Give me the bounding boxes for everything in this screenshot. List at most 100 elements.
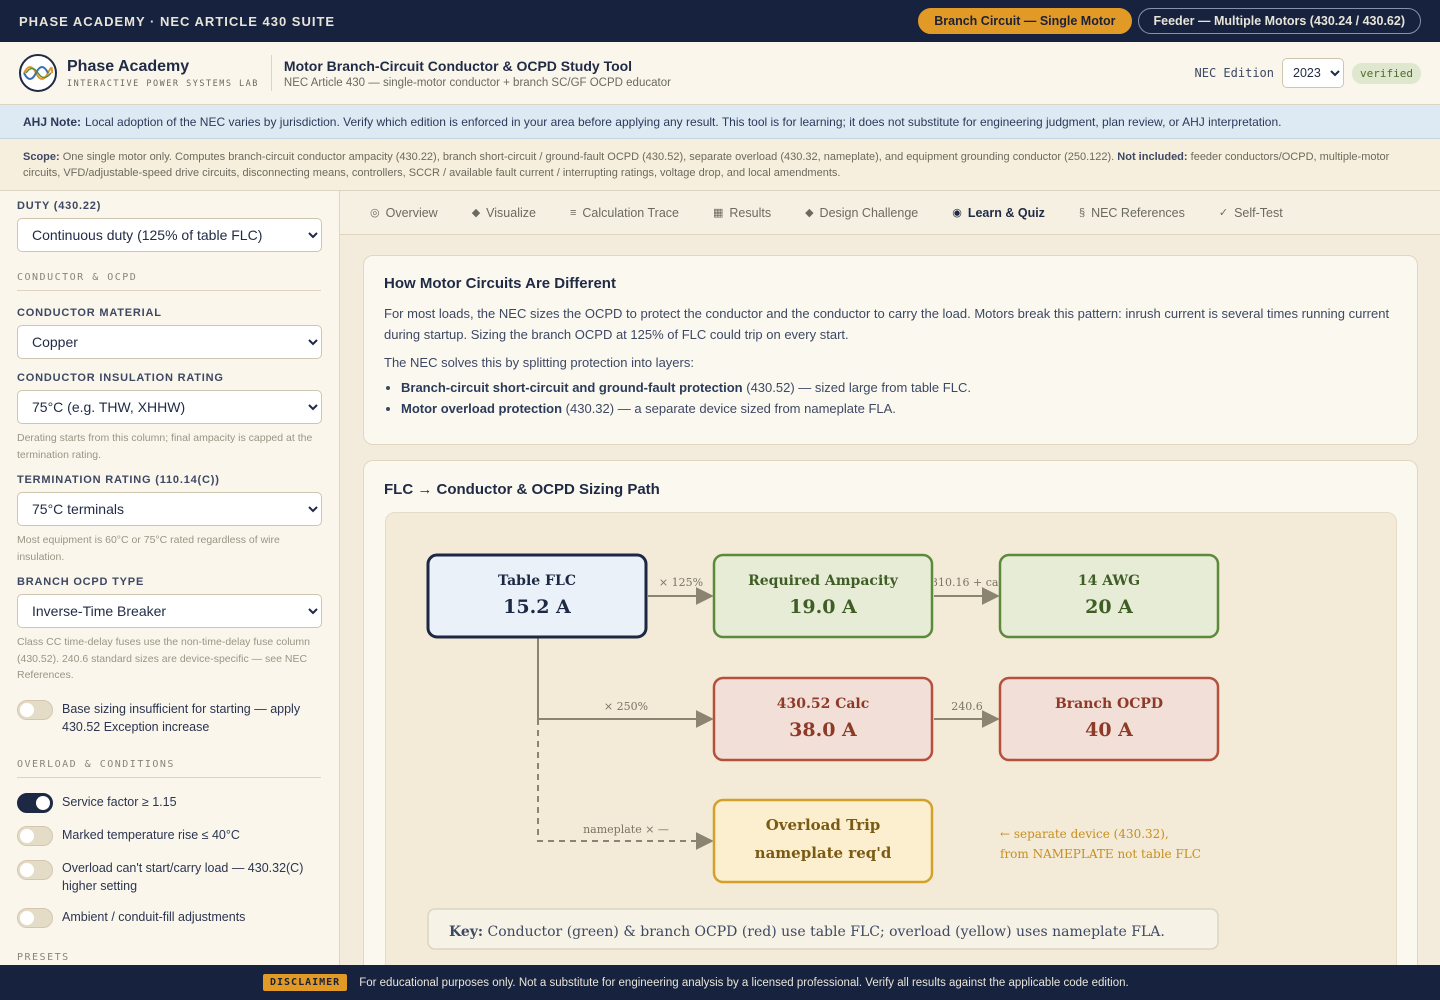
node-ampacity-label: Required Ampacity (748, 573, 899, 589)
diamond-icon: ◆ (805, 207, 814, 219)
target-icon: ◉ (952, 207, 962, 219)
exception-toggle[interactable] (17, 699, 53, 720)
temp-rise-toggle[interactable] (17, 825, 53, 846)
ahj-note: AHJ Note: Local adoption of the NEC vari… (0, 105, 1440, 139)
tab-overview[interactable]: ◎ Overview (370, 206, 438, 220)
suite-title: PHASE ACADEMY · NEC ARTICLE 430 SUITE (19, 13, 336, 29)
edition-label: NEC Edition (1194, 66, 1275, 80)
section-overload-conditions: OVERLOAD & CONDITIONS (17, 759, 321, 778)
edge-label-x125: × 125% (659, 576, 703, 589)
brand-name: Phase Academy (67, 57, 190, 75)
edge-label-std: 240.6 (951, 700, 983, 713)
mode-switch: Branch Circuit — Single Motor Feeder — M… (918, 8, 1421, 34)
section-presets: PRESETS (17, 952, 321, 966)
exception-toggle-row: Base sizing insufficient for starting — … (17, 699, 321, 736)
sizing-path-svg: × 125% 310.16 + cap × 250% 240.6 namepla… (426, 553, 1220, 950)
node-flc-value: 15.2 A (503, 596, 571, 618)
edition-select[interactable]: 2023 (1282, 58, 1345, 88)
scope-note: Scope: One single motor only. Computes b… (0, 139, 1440, 191)
ambient-label: Ambient / conduit-fill adjustments (62, 909, 246, 924)
ahj-label: AHJ Note: (23, 114, 82, 129)
tab-nec-references[interactable]: § NEC References (1079, 206, 1185, 220)
overload-note-line-1: ← separate device (430.32), (1000, 827, 1169, 841)
flow-title: FLC → Conductor & OCPD Sizing Path (384, 481, 660, 498)
sidebar: DUTY (430.22) Continuous duty (125% of t… (0, 191, 340, 965)
overload-note-line-2: from NAMEPLATE not table FLC (1000, 847, 1201, 861)
service-factor-toggle[interactable] (17, 792, 53, 813)
node-overload-trip (712, 798, 934, 884)
page-subtitle: NEC Article 430 — single-motor conductor… (283, 76, 671, 89)
scope-text: One single motor only. Computes branch-c… (62, 151, 1115, 163)
node-overload-value: nameplate req'd (755, 844, 892, 862)
legend-key-text: Key: Conductor (green) & branch OCPD (re… (449, 924, 1165, 940)
grid-icon: ▦ (712, 207, 724, 219)
node-ampacity-value: 19.0 A (789, 596, 857, 618)
edge-label-table: 310.16 + cap (931, 576, 1005, 589)
page-title: Motor Branch-Circuit Conductor & OCPD St… (283, 57, 633, 74)
learn-title: How Motor Circuits Are Different (384, 275, 616, 292)
node-calc-label: 430.52 Calc (777, 696, 870, 712)
verified-badge: verified (1352, 62, 1421, 84)
overload-setting-label: Overload can't start/carry load — 430.32… (62, 860, 304, 893)
sizing-path-diagram: × 125% 310.16 + cap × 250% 240.6 namepla… (385, 512, 1397, 965)
disclaimer-bar: DISCLAIMER For educational purposes only… (0, 965, 1440, 1000)
edge-label-x250: × 250% (604, 700, 648, 713)
learn-paragraph-2: The NEC solves this by splitting protect… (384, 355, 694, 370)
disclaimer-text: For educational purposes only. Not a sub… (359, 976, 1129, 989)
mode-branch-circuit-button[interactable]: Branch Circuit — Single Motor (918, 8, 1132, 34)
ahj-text: Local adoption of the NEC varies by juri… (85, 114, 1282, 129)
mode-feeder-button[interactable]: Feeder — Multiple Motors (430.24 / 430.6… (1137, 8, 1421, 34)
phase-academy-logo (19, 54, 57, 92)
insulation-select[interactable]: 75°C (e.g. THW, XHHW) (17, 390, 322, 424)
brand-subtitle: INTERACTIVE POWER SYSTEMS LAB (67, 78, 259, 89)
temp-rise-row: Marked temperature rise ≤ 40°C (17, 825, 321, 846)
node-overload-label: Overload Trip (766, 816, 881, 834)
node-ocpd-label: Branch OCPD (1055, 696, 1163, 712)
overload-setting-row: Overload can't start/carry load — 430.32… (17, 859, 321, 895)
duty-label: DUTY (430.22) (17, 200, 102, 212)
ocpd-type-label: BRANCH OCPD TYPE (17, 576, 145, 588)
exception-toggle-label: Base sizing insufficient for starting — … (62, 701, 301, 734)
node-flc-label: Table FLC (498, 573, 576, 589)
diamond-icon: ◆ (471, 207, 481, 219)
tab-self-test[interactable]: ✓ Self-Test (1219, 206, 1283, 220)
header-divider (270, 55, 272, 91)
tab-learn-quiz[interactable]: ◉ Learn & Quiz (952, 206, 1045, 220)
tab-results[interactable]: ▦ Results (713, 206, 771, 220)
material-label: CONDUCTOR MATERIAL (17, 307, 162, 319)
flow-card: FLC → Conductor & OCPD Sizing Path × 125… (363, 460, 1418, 965)
list-item: Branch-circuit short-circuit and ground-… (401, 377, 1397, 398)
service-factor-label: Service factor ≥ 1.15 (62, 794, 177, 809)
insulation-label: CONDUCTOR INSULATION RATING (17, 372, 224, 384)
top-bar: PHASE ACADEMY · NEC ARTICLE 430 SUITE Br… (0, 0, 1440, 42)
duty-select[interactable]: Continuous duty (125% of table FLC) (17, 218, 322, 252)
node-calc-value: 38.0 A (789, 719, 857, 741)
ambient-toggle[interactable] (17, 907, 53, 928)
material-select[interactable]: Copper (17, 325, 322, 359)
overview-icon: ◎ (370, 207, 380, 219)
node-ocpd-value: 40 A (1085, 719, 1133, 741)
learn-bullets: Branch-circuit short-circuit and ground-… (401, 377, 1397, 419)
scope-label: Scope: (23, 151, 60, 163)
insulation-help: Derating starts from this column; final … (17, 432, 313, 461)
termination-select[interactable]: 75°C terminals (17, 492, 322, 526)
tab-design-challenge[interactable]: ◆ Design Challenge (805, 206, 918, 220)
app-header: Phase Academy INTERACTIVE POWER SYSTEMS … (0, 42, 1440, 105)
node-conductor-label: 14 AWG (1078, 573, 1140, 589)
list-icon: ≡ (569, 206, 577, 219)
ambient-row: Ambient / conduit-fill adjustments (17, 907, 321, 928)
termination-label: TERMINATION RATING (110.14(C)) (17, 474, 220, 486)
tab-calculation-trace[interactable]: ≡ Calculation Trace (570, 206, 679, 220)
ocpd-type-select[interactable]: Inverse-Time Breaker (17, 594, 322, 628)
learn-card: How Motor Circuits Are Different For mos… (363, 255, 1418, 445)
temp-rise-label: Marked temperature rise ≤ 40°C (62, 827, 240, 842)
not-included-label: Not included: (1117, 151, 1188, 163)
overload-setting-toggle[interactable] (17, 859, 53, 880)
disclaimer-tag: DISCLAIMER (263, 974, 348, 991)
learn-paragraph-1: For most loads, the NEC sizes the OCPD t… (384, 306, 1390, 342)
section-icon: § (1078, 206, 1086, 219)
tab-visualize[interactable]: ◆ Visualize (472, 206, 536, 220)
ocpd-help: Class CC time-delay fuses use the non-ti… (17, 636, 310, 681)
section-conductor-ocpd: CONDUCTOR & OCPD (17, 272, 321, 291)
termination-help: Most equipment is 60°C or 75°C rated reg… (17, 534, 280, 563)
